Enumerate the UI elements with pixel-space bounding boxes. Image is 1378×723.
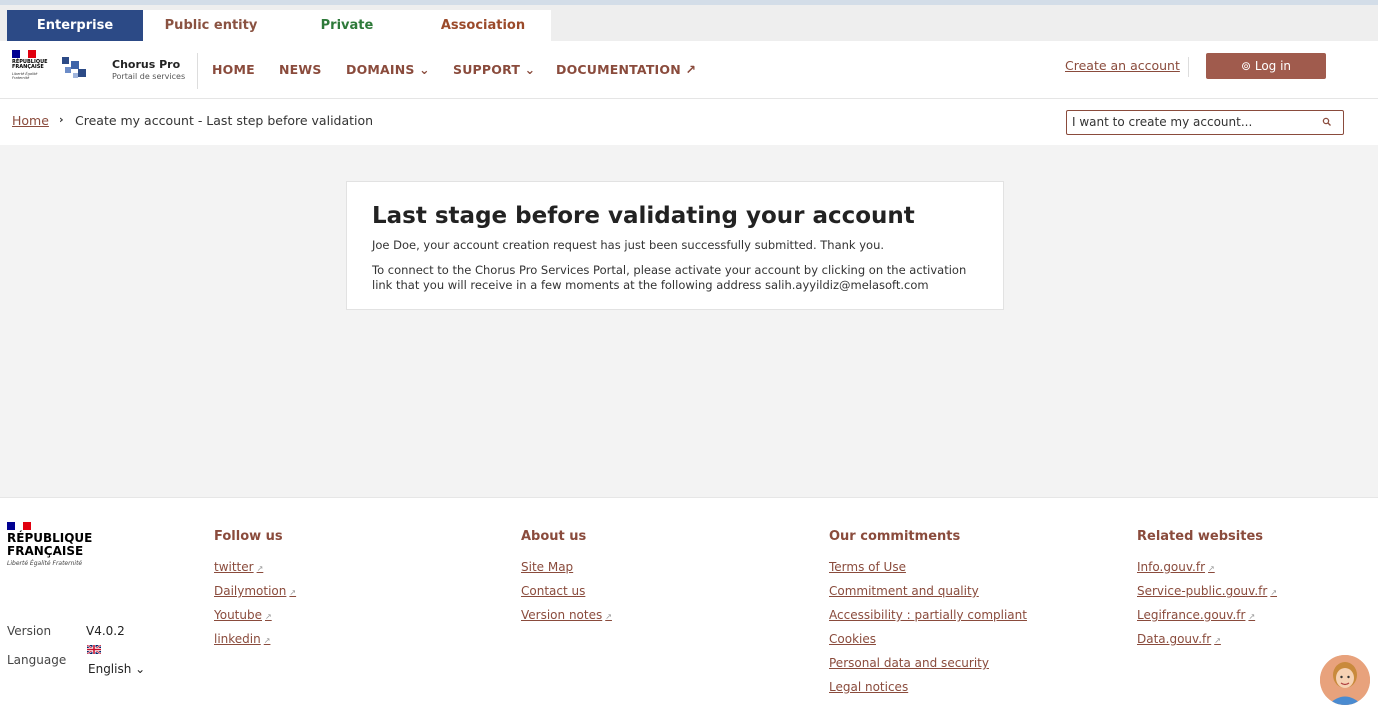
nav-home[interactable]: HOME	[212, 62, 255, 77]
search-input[interactable]	[1072, 115, 1312, 129]
version-value: V4.0.2	[86, 624, 125, 638]
footer-column-title: Related websites	[1137, 529, 1264, 544]
footer-link-terms[interactable]: Terms of Use	[829, 555, 1027, 579]
footer-link-personal-data[interactable]: Personal data and security	[829, 651, 1027, 675]
footer-column-title: Our commitments	[829, 529, 961, 544]
tab-enterprise[interactable]: Enterprise	[7, 10, 143, 46]
footer-link-dailymotion[interactable]: Dailymotion ↗	[214, 579, 296, 603]
footer-link-data-gouv[interactable]: Data.gouv.fr ↗	[1137, 627, 1277, 651]
nav-support[interactable]: SUPPORT ⌄	[453, 62, 535, 77]
confirmation-message: Joe Doe, your account creation request h…	[372, 238, 885, 252]
tab-label: Private	[320, 18, 374, 33]
tab-label: Public entity	[164, 18, 258, 33]
tab-private[interactable]: Private	[279, 10, 415, 41]
footer-column-about-us: About us Site Map Contact us Version not…	[521, 529, 612, 627]
validation-card: Last stage before validating your accoun…	[346, 181, 1004, 310]
site-footer: RÉPUBLIQUE FRANÇAISE Liberté Égalité Fra…	[0, 497, 1378, 723]
footer-rf-motto: Liberté Égalité Fraternité	[7, 560, 83, 567]
footer-link-version-notes[interactable]: Version notes ↗	[521, 603, 612, 627]
audience-tabs: Enterprise Public entity Private Associa…	[0, 5, 1378, 46]
french-flag-icon	[12, 50, 36, 58]
external-link-icon: ↗	[265, 612, 272, 621]
footer-link-commitment-quality[interactable]: Commitment and quality	[829, 579, 1027, 603]
republique-francaise-logo[interactable]: RÉPUBLIQUE FRANÇAISE Liberté Égalité Fra…	[12, 50, 48, 80]
activation-instructions: To connect to the Chorus Pro Services Po…	[372, 263, 967, 292]
nav-documentation[interactable]: DOCUMENTATION ↗	[556, 62, 696, 77]
rf-logo-text: RÉPUBLIQUE FRANÇAISE	[12, 59, 48, 70]
brand-subtitle: Portail de services	[112, 72, 186, 81]
chorus-pro-logo-icon[interactable]	[60, 55, 90, 81]
site-search[interactable]	[1066, 110, 1344, 135]
footer-rf-logo: RÉPUBLIQUE FRANÇAISE Liberté Égalité Fra…	[7, 522, 92, 567]
footer-link-youtube[interactable]: Youtube ↗	[214, 603, 296, 627]
external-link-icon: ↗	[1208, 564, 1215, 573]
external-link-icon: ↗	[289, 588, 297, 597]
footer-link-twitter[interactable]: twitter ↗	[214, 555, 296, 579]
footer-link-legal-notices[interactable]: Legal notices	[829, 675, 1027, 699]
external-link-icon: ↗	[263, 636, 271, 645]
site-header: RÉPUBLIQUE FRANÇAISE Liberté Égalité Fra…	[0, 41, 1378, 99]
french-flag-icon	[7, 522, 31, 530]
tab-label: Association	[440, 18, 526, 33]
uk-flag-icon	[87, 645, 101, 654]
footer-link-info-gouv[interactable]: Info.gouv.fr ↗	[1137, 555, 1277, 579]
footer-link-contact-us[interactable]: Contact us	[521, 579, 612, 603]
footer-link-cookies[interactable]: Cookies	[829, 627, 1027, 651]
page-title: Last stage before validating your accoun…	[372, 203, 915, 229]
language-select[interactable]: English ⌄	[88, 662, 145, 676]
login-button[interactable]: ⊚ Log in	[1206, 53, 1326, 79]
breadcrumb-home-link[interactable]: Home	[12, 113, 49, 128]
header-divider	[197, 53, 198, 89]
breadcrumb-separator: ›	[59, 113, 64, 126]
language-label: Language	[7, 653, 67, 667]
rf-motto: Liberté Égalité Fraternité	[12, 72, 38, 80]
footer-rf-text-2: FRANÇAISE	[7, 544, 84, 558]
external-link-icon: ↗	[1248, 612, 1256, 621]
version-label: Version	[7, 624, 52, 638]
external-link-icon: ↗	[256, 564, 264, 573]
footer-link-legifrance[interactable]: Legifrance.gouv.fr ↗	[1137, 603, 1277, 627]
nav-news[interactable]: NEWS	[279, 62, 322, 77]
footer-column-title: About us	[521, 529, 587, 544]
tab-label: Enterprise	[36, 18, 114, 33]
breadcrumb-current: Create my account - Last step before val…	[75, 113, 374, 128]
brand-title[interactable]: Chorus Pro	[112, 58, 180, 71]
external-link-icon: ↗	[605, 612, 612, 621]
tab-association[interactable]: Association	[415, 10, 551, 41]
chat-assistant-avatar-icon[interactable]	[1320, 655, 1370, 705]
footer-link-site-map[interactable]: Site Map	[521, 555, 612, 579]
footer-column-title: Follow us	[214, 529, 283, 544]
footer-column-follow-us: Follow us twitter ↗ Dailymotion ↗ Youtube ↗…	[214, 529, 296, 651]
footer-link-accessibility[interactable]: Accessibility : partially compliant	[829, 603, 1027, 627]
footer-link-service-public[interactable]: Service-public.gouv.fr ↗	[1137, 579, 1277, 603]
external-link-icon: ↗	[1270, 588, 1278, 597]
footer-link-linkedin[interactable]: linkedin ↗	[214, 627, 296, 651]
footer-column-commitments: Our commitments Terms of Use Commitment …	[829, 529, 1027, 699]
tab-public-entity[interactable]: Public entity	[143, 10, 279, 41]
footer-column-related-websites: Related websites Info.gouv.fr ↗ Service-p…	[1137, 529, 1277, 651]
nav-domains[interactable]: DOMAINS ⌄	[346, 62, 430, 77]
search-icon[interactable]	[1321, 116, 1333, 128]
breadcrumb-bar: Home › Create my account - Last step bef…	[0, 99, 1378, 145]
create-account-link[interactable]: Create an account	[1065, 58, 1180, 73]
header-divider	[1188, 57, 1189, 77]
external-link-icon: ↗	[1214, 636, 1221, 645]
